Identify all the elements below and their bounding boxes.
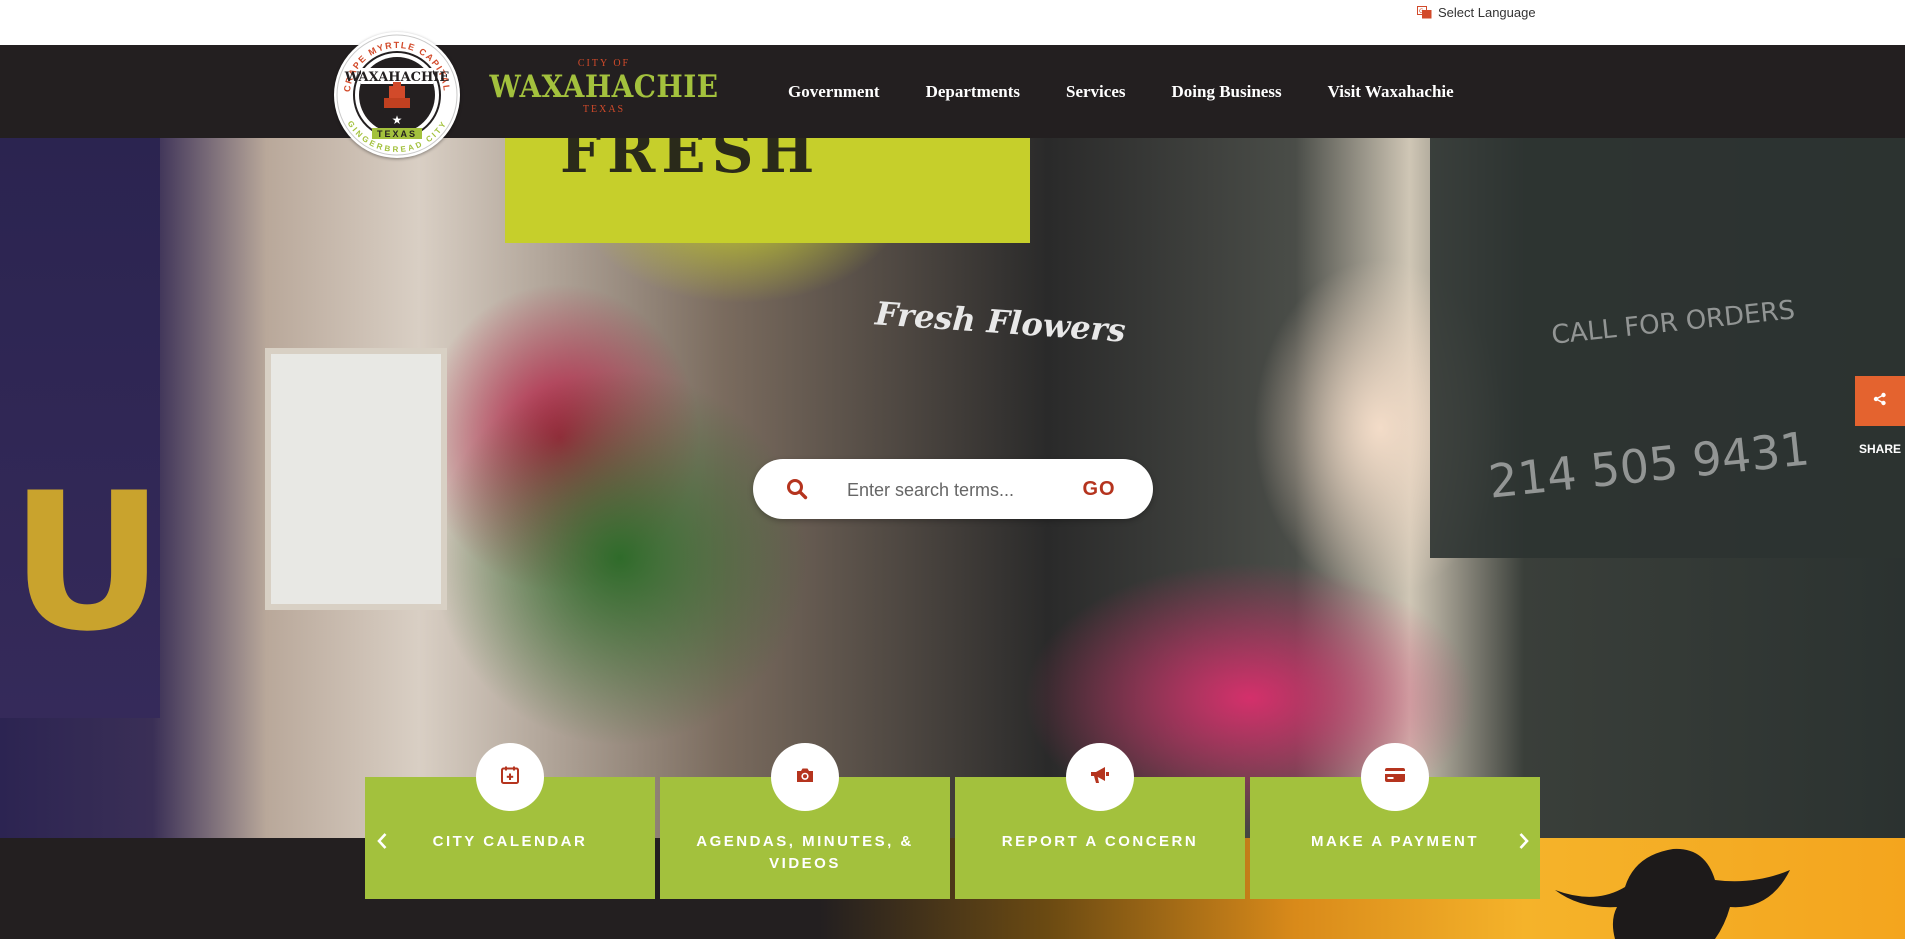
nav-item-doing-business[interactable]: Doing Business [1149, 82, 1305, 102]
nav-item-visit-waxahachie[interactable]: Visit Waxahachie [1305, 82, 1477, 102]
quicklink-label: AGENDAS, MINUTES, & VIDEOS [696, 833, 914, 872]
quicklink-label: REPORT A CONCERN [1001, 833, 1199, 850]
utility-bar: G Select Language [0, 0, 1905, 45]
language-select[interactable]: G Select Language [1417, 4, 1536, 20]
chevron-right-icon[interactable] [1515, 829, 1533, 853]
quicklink-label: CITY CALENDAR [432, 833, 588, 850]
calendar-icon [500, 765, 520, 790]
quicklink-icon-circle [1361, 743, 1429, 811]
quicklink-icon-circle [771, 743, 839, 811]
credit-card-icon [1384, 767, 1406, 788]
quicklink-make-a-payment[interactable]: MAKE A PAYMENT [1250, 743, 1540, 899]
share-icon [1873, 392, 1887, 411]
hero-shop-text: Fresh Flowers [873, 294, 1127, 350]
svg-text:G: G [1419, 8, 1424, 15]
language-label: Select Language [1438, 4, 1536, 20]
translate-icon: G [1417, 5, 1432, 19]
quick-links: CITY CALENDAR AGENDAS, MINUTES, & VIDEOS [365, 743, 1540, 899]
star-icon: ★ [392, 113, 403, 127]
main-nav: Government Departments Services Doing Bu… [788, 45, 1477, 138]
quicklink-report-a-concern[interactable]: REPORT A CONCERN [955, 743, 1245, 899]
state-text: TEXAS [582, 104, 626, 115]
seal-state-text: TEXAS [377, 129, 417, 139]
megaphone-icon [1089, 765, 1111, 790]
search-go-button[interactable]: GO [1059, 471, 1139, 507]
hero-window [265, 348, 447, 610]
nav-item-government[interactable]: Government [788, 82, 903, 102]
city-seal-logo[interactable]: CRAPE MYRTLE CAPITAL GINGERBREAD CITY WA… [334, 32, 460, 158]
nav-item-departments[interactable]: Departments [903, 82, 1043, 102]
search-icon[interactable] [786, 478, 808, 500]
hero-flag-letter: U [10, 452, 165, 673]
quicklink-icon-circle [1066, 743, 1134, 811]
share-button[interactable] [1855, 376, 1905, 426]
quicklink-label: MAKE A PAYMENT [1310, 833, 1480, 850]
quicklink-city-calendar[interactable]: CITY CALENDAR [365, 743, 655, 899]
chevron-left-icon[interactable] [373, 829, 391, 853]
search-input[interactable] [845, 473, 1029, 507]
nav-item-services[interactable]: Services [1043, 82, 1148, 102]
search-box: GO [753, 459, 1153, 519]
city-name-text: WAXAHACHIE [489, 69, 719, 105]
hero-sign-text: FRESH [560, 138, 821, 186]
share-label: SHARE [1858, 442, 1901, 456]
camera-icon [795, 766, 815, 789]
quicklink-agendas-minutes-videos[interactable]: AGENDAS, MINUTES, & VIDEOS [660, 743, 950, 899]
cowboy-hat-silhouette [1555, 848, 1790, 939]
quicklink-icon-circle [476, 743, 544, 811]
city-wordmark-logo[interactable]: CITY OF WAXAHACHIE TEXAS [476, 58, 732, 126]
